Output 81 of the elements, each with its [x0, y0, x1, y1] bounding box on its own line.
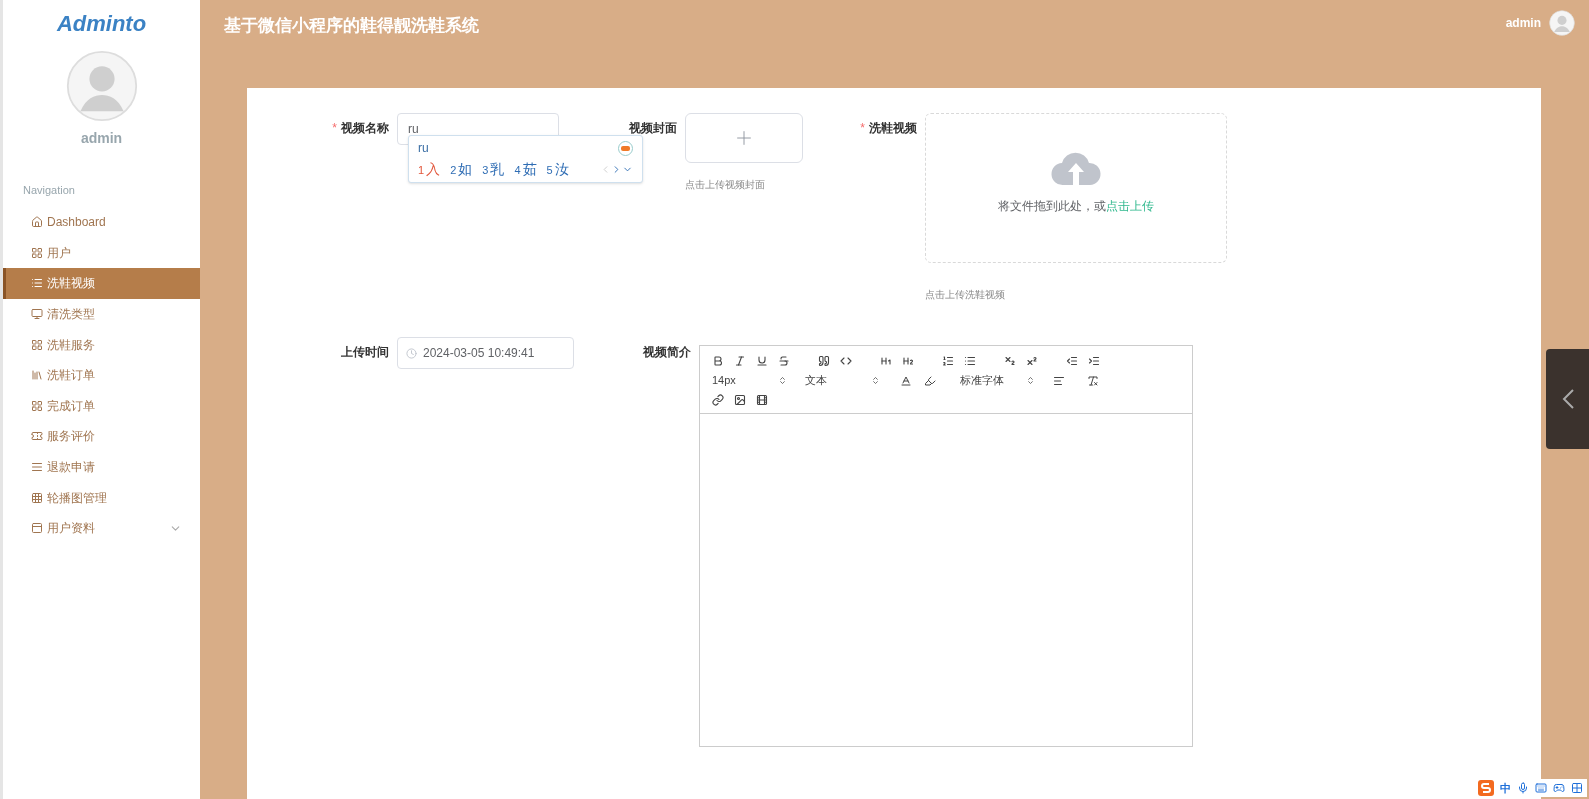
video-dropzone[interactable]: 将文件拖到此处，或点击上传: [925, 113, 1227, 263]
nav-item[interactable]: 用户: [3, 237, 200, 269]
nav-item[interactable]: 退款申请: [3, 451, 200, 483]
side-panel-toggle[interactable]: [1546, 349, 1589, 449]
clock-icon: [406, 347, 417, 359]
italic-icon[interactable]: [734, 355, 746, 367]
dropzone-text: 将文件拖到此处，或点击上传: [998, 198, 1154, 215]
grid-icon[interactable]: [1571, 782, 1583, 794]
nav-item[interactable]: 完成订单: [3, 390, 200, 422]
ime-candidate[interactable]: 2如: [450, 159, 473, 180]
field-label: 洗鞋视频: [869, 122, 917, 134]
field-label: 上传时间: [341, 346, 389, 358]
logo[interactable]: Adminto: [56, 10, 147, 38]
grid-icon: [31, 399, 43, 412]
nav-item[interactable]: 用户资料: [3, 512, 200, 544]
heading-one-icon[interactable]: [880, 355, 892, 367]
upload-hint: 点击上传洗鞋视频: [925, 288, 1006, 302]
chevron-left-icon: [1561, 389, 1574, 409]
select-arrows-icon: [778, 376, 787, 385]
dots-grid-icon: [31, 491, 43, 504]
heading-select[interactable]: 文本: [805, 372, 880, 389]
list-icon: [31, 277, 43, 290]
field-label: 视频名称: [341, 122, 389, 134]
upload-hint: 点击上传视频封面: [685, 178, 766, 192]
nav-item[interactable]: 轮播图管理: [3, 482, 200, 513]
ime-mascot-icon: [618, 140, 633, 156]
subscript-icon[interactable]: [1004, 355, 1016, 367]
keyboard-icon[interactable]: [1535, 782, 1547, 794]
select-arrows-icon: [1026, 376, 1035, 385]
ticket-icon: [31, 430, 43, 443]
field-label: 视频封面: [629, 122, 677, 134]
highlight-icon[interactable]: [924, 374, 936, 387]
quote-icon[interactable]: [818, 355, 830, 367]
window-icon: [31, 522, 43, 535]
gamepad-icon[interactable]: [1553, 782, 1565, 794]
bullet-list-icon[interactable]: [964, 355, 976, 367]
image-icon[interactable]: [734, 394, 746, 406]
nav-heading: Navigation: [23, 184, 75, 196]
ime-candidate[interactable]: 4茹: [514, 159, 537, 180]
nav-item[interactable]: 服务评价: [3, 421, 200, 452]
required-mark: *: [332, 122, 337, 134]
link-icon[interactable]: [712, 394, 724, 406]
superscript-icon[interactable]: [1026, 355, 1038, 367]
font-family-select[interactable]: 标准字体: [960, 372, 1035, 389]
heading-two-icon[interactable]: [902, 355, 914, 367]
font-size-select[interactable]: 14px: [712, 372, 787, 389]
grid-icon: [31, 246, 43, 259]
ime-candidate[interactable]: 5 汝: [546, 159, 569, 180]
microphone-icon[interactable]: [1517, 782, 1529, 794]
indent-icon[interactable]: [1088, 355, 1100, 367]
select-arrows-icon: [871, 376, 880, 385]
bold-icon[interactable]: [712, 355, 724, 367]
nav-item[interactable]: 洗鞋视频: [3, 268, 200, 299]
nav-item[interactable]: Dashboard: [3, 207, 200, 238]
sidebar-username: admin: [80, 129, 123, 148]
header-avatar: [1549, 10, 1575, 36]
ime-mode[interactable]: 中: [1500, 779, 1511, 797]
nav-item[interactable]: 洗鞋订单: [3, 359, 200, 391]
nav-item[interactable]: 清洗类型: [3, 298, 200, 330]
nav-item[interactable]: 洗鞋服务: [3, 329, 200, 360]
code-icon[interactable]: [840, 355, 852, 367]
ime-candidate[interactable]: 3乳: [482, 159, 505, 180]
page-title: 基于微信小程序的鞋得靓洗鞋系统: [224, 15, 479, 37]
field-label: 视频简介: [643, 346, 691, 358]
ordered-list-icon[interactable]: [942, 355, 954, 367]
required-mark: *: [860, 122, 865, 134]
upload-link[interactable]: 点击上传: [1106, 199, 1154, 213]
strikethrough-icon[interactable]: [778, 355, 790, 367]
film-icon[interactable]: [756, 394, 768, 406]
monitor-icon: [31, 308, 43, 321]
datetime-input[interactable]: 2024-03-05 10:49:41: [397, 337, 574, 369]
align-left-icon[interactable]: [1053, 374, 1065, 387]
outdent-icon[interactable]: [1066, 355, 1078, 367]
grid-icon: [31, 338, 43, 351]
house-icon: [31, 216, 43, 229]
lines-icon: [31, 461, 43, 474]
books-icon: [31, 369, 43, 382]
ime-candidate[interactable]: 1入: [418, 159, 441, 180]
underline-icon[interactable]: [756, 355, 768, 367]
clear-format-icon[interactable]: [1087, 374, 1099, 387]
text-color-icon[interactable]: [900, 374, 912, 387]
